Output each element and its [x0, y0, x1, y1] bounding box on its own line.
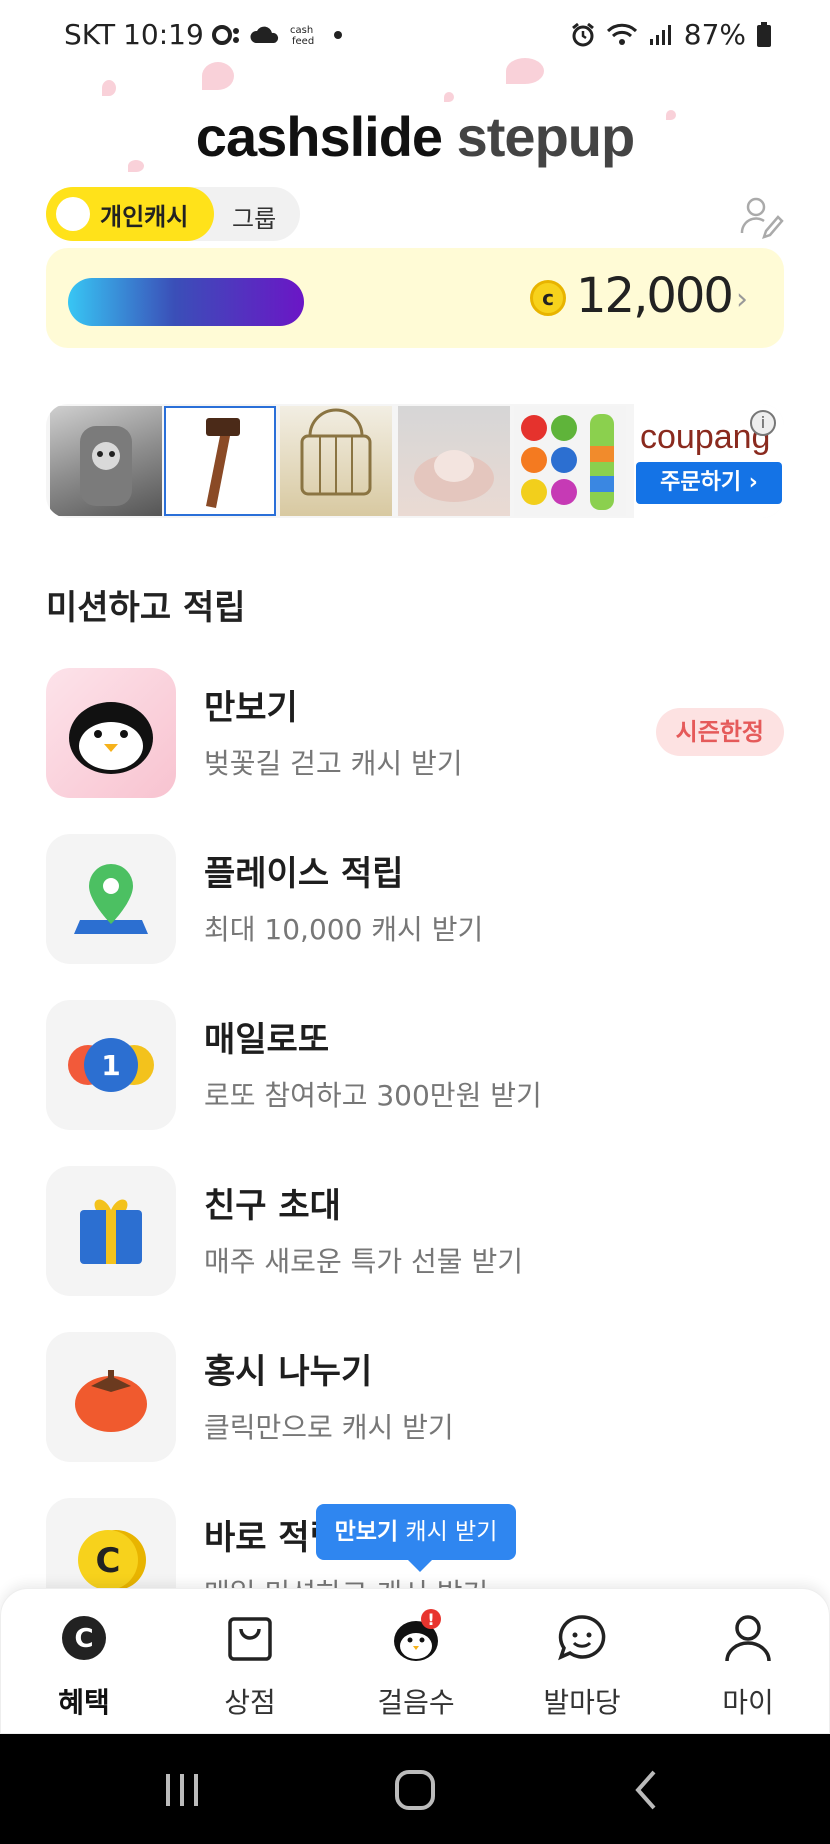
petal-decoration — [444, 92, 454, 102]
alarm-icon — [571, 22, 594, 46]
ad-product-thumb[interactable] — [164, 406, 276, 516]
petal-decoration — [506, 58, 544, 84]
mission-description: 최대 10,000 캐시 받기 — [204, 913, 484, 946]
svg-text:feed: feed — [292, 36, 314, 47]
ad-product-thumb[interactable] — [398, 406, 510, 516]
benefit-coin-icon: C — [62, 1616, 106, 1660]
recent-apps-icon[interactable] — [160, 1768, 204, 1812]
back-icon[interactable] — [626, 1768, 670, 1812]
chat-smile-icon — [558, 1615, 606, 1661]
order-button[interactable]: 주문하기 › — [636, 462, 782, 504]
bubble-icon — [211, 24, 239, 45]
toggle-group[interactable]: 그룹 — [232, 199, 276, 234]
person-icon — [725, 1615, 771, 1662]
nav-tab-my[interactable]: 마이 — [678, 1589, 818, 1735]
persimmon-icon — [46, 1332, 176, 1462]
nav-label: 상점 — [224, 1686, 276, 1719]
wifi-icon — [606, 23, 637, 45]
lotto-ball-icon: 1 — [46, 1000, 176, 1130]
mode-toggle[interactable]: 개인캐시 그룹 — [46, 187, 300, 241]
nav-label: 걸음수 — [377, 1686, 455, 1719]
svg-text:C: C — [96, 1541, 121, 1581]
toggle-personal-label: 개인캐시 — [100, 202, 189, 231]
mission-description: 매주 새로운 특가 선물 받기 — [204, 1245, 523, 1278]
nav-label: 발마당 — [543, 1686, 621, 1719]
cash-balance-card[interactable]: c 12,000 › — [46, 248, 784, 348]
logo-stepup: stepup — [456, 105, 636, 168]
mission-item-lotto[interactable]: 1 매일로또 로또 참여하고 300만원 받기 — [46, 1000, 784, 1130]
nav-tab-benefits[interactable]: C 혜택 — [14, 1589, 154, 1735]
mission-title: 플레이스 적립 — [204, 854, 404, 894]
logo-cashslide: cashslide — [195, 105, 443, 168]
svg-text:C: C — [74, 1624, 93, 1654]
mission-title: 친구 초대 — [204, 1186, 341, 1226]
progress-bar — [68, 278, 304, 326]
section-title-missions: 미션하고 적립 — [46, 588, 246, 628]
carrier-label: SKT — [64, 18, 116, 51]
mission-item-invite-friend[interactable]: 친구 초대 매주 새로운 특가 선물 받기 — [46, 1166, 784, 1296]
mission-item-pedometer[interactable]: 만보기 벚꽃길 걷고 캐시 받기 시즌한정 — [46, 668, 784, 798]
tooltip-bold: 만보기 — [334, 1519, 399, 1545]
cashfeed-icon: cashfeed — [290, 25, 314, 47]
penguin-icon — [46, 668, 176, 798]
bottom-navigation: C 혜택 상점 ! 걸음수 발마당 마이 — [0, 1588, 830, 1734]
battery-icon — [757, 21, 771, 47]
shopping-bag-icon — [228, 1617, 272, 1661]
nav-label: 혜택 — [58, 1686, 110, 1719]
dot-icon — [333, 30, 342, 39]
mission-title: 매일로또 — [204, 1020, 330, 1060]
location-pin-icon — [46, 834, 176, 964]
svg-text:cash: cash — [290, 25, 313, 36]
pedometer-tooltip[interactable]: 만보기 캐시 받기 — [316, 1504, 516, 1572]
app-logo: cashslide stepup — [0, 104, 830, 169]
system-navigation-bar — [0, 1734, 830, 1844]
petal-decoration — [102, 80, 116, 96]
signal-icon — [649, 24, 671, 45]
mission-item-place[interactable]: 플레이스 적립 최대 10,000 캐시 받기 — [46, 834, 784, 964]
cloud-icon — [250, 26, 278, 43]
svg-text:1: 1 — [101, 1049, 120, 1082]
mission-description: 벚꽃길 걷고 캐시 받기 — [204, 747, 463, 780]
status-bar: SKT 10:19 cash feed 87% — [0, 0, 830, 72]
toggle-personal-cash[interactable]: 개인캐시 — [46, 187, 214, 241]
nav-tab-shop[interactable]: 상점 — [180, 1589, 320, 1735]
nav-tab-steps[interactable]: ! 걸음수 — [346, 1589, 486, 1735]
mission-description: 로또 참여하고 300만원 받기 — [204, 1079, 542, 1112]
cash-amount: 12,000 — [576, 268, 734, 324]
mission-title: 홍시 나누기 — [204, 1352, 373, 1392]
mission-description: 클릭만으로 캐시 받기 — [204, 1411, 454, 1444]
clock: 10:19 — [123, 18, 204, 51]
home-icon[interactable] — [393, 1768, 437, 1812]
nav-tab-community[interactable]: 발마당 — [512, 1589, 652, 1735]
info-icon[interactable]: i — [750, 410, 776, 436]
coupang-ad-banner[interactable]: coupang 주문하기 › i — [46, 404, 784, 518]
gift-icon — [46, 1166, 176, 1296]
edit-profile-icon[interactable] — [738, 193, 784, 239]
tooltip-text: 캐시 받기 — [398, 1519, 498, 1545]
coin-icon: c — [530, 280, 566, 316]
ad-product-thumb[interactable] — [280, 406, 392, 516]
battery-percent: 87% — [683, 18, 746, 51]
toggle-knob — [56, 197, 90, 231]
ad-product-thumb[interactable] — [50, 406, 162, 516]
season-limited-badge: 시즌한정 — [655, 708, 784, 756]
mission-item-persimmon[interactable]: 홍시 나누기 클릭만으로 캐시 받기 — [46, 1332, 784, 1462]
ad-product-thumb[interactable] — [514, 406, 626, 516]
nav-label: 마이 — [722, 1686, 774, 1719]
alert-badge: ! — [427, 1610, 434, 1629]
mission-title: 만보기 — [204, 688, 298, 728]
petal-decoration — [202, 62, 234, 90]
chevron-right-icon: › — [736, 282, 748, 317]
penguin-steps-icon: ! — [394, 1609, 441, 1661]
